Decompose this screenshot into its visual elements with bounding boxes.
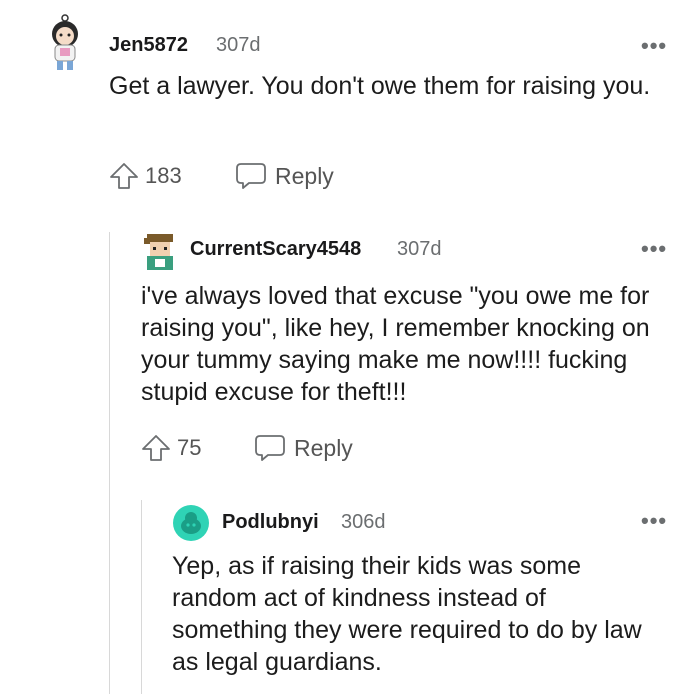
- comment-body: Get a lawyer. You don't owe them for rai…: [109, 72, 651, 100]
- comment-age: 307d: [216, 34, 261, 56]
- upvote-count: 183: [145, 163, 182, 188]
- reply-button[interactable]: Reply: [254, 433, 353, 463]
- user-avatar[interactable]: [46, 14, 86, 72]
- upvote-arrow-icon[interactable]: [141, 433, 171, 463]
- reply-label: Reply: [275, 162, 334, 189]
- anime-avatar-icon: [52, 14, 78, 70]
- comment-username[interactable]: CurrentScary4548: [190, 238, 361, 261]
- user-avatar[interactable]: [172, 504, 210, 542]
- comment-username[interactable]: Jen5872: [109, 34, 188, 57]
- reply-bubble-icon: [255, 435, 285, 461]
- reply-bubble-icon: [236, 163, 266, 189]
- comment-username[interactable]: Podlubnyi: [222, 511, 319, 534]
- upvote-control[interactable]: 75: [141, 433, 201, 463]
- upvote-control[interactable]: 183: [109, 161, 182, 191]
- reply-button[interactable]: Reply: [235, 161, 334, 191]
- reply-label: Reply: [294, 434, 353, 461]
- comment-age: 307d: [397, 238, 442, 260]
- thread-line-level-2[interactable]: [141, 500, 142, 694]
- upvote-arrow-icon[interactable]: [109, 161, 139, 191]
- comment-age: 306d: [341, 511, 386, 533]
- upvote-count: 75: [177, 435, 202, 460]
- comment-body: Yep, as if raising their kids was some r…: [172, 552, 642, 676]
- more-options-icon[interactable]: •••: [641, 508, 667, 534]
- comment-body: i've always loved that excuse "you owe m…: [141, 282, 650, 406]
- thread-line-level-1[interactable]: [109, 232, 110, 694]
- user-avatar[interactable]: [141, 232, 179, 272]
- more-options-icon[interactable]: •••: [641, 236, 667, 262]
- pixel-avatar-icon: [144, 234, 173, 270]
- more-options-icon[interactable]: •••: [641, 33, 667, 59]
- snoo-avatar-icon: [173, 505, 209, 541]
